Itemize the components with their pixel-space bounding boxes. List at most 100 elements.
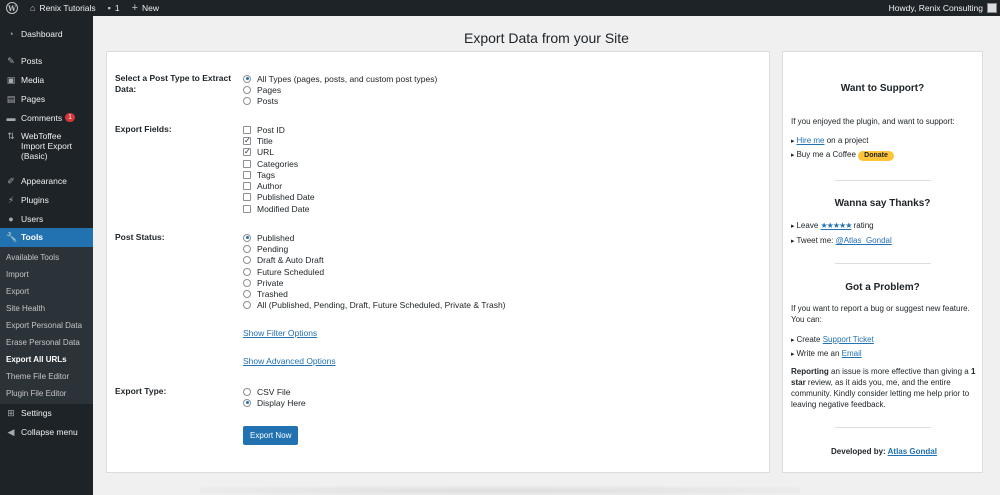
sidebar-item-appearance[interactable]: ✐ Appearance <box>0 172 93 191</box>
five-star-rating-link[interactable]: ★★★★★ <box>821 221 853 230</box>
status-option[interactable]: Trashed <box>243 288 506 299</box>
pin-icon: ✎ <box>7 56 15 66</box>
status-option[interactable]: Pending <box>243 243 506 254</box>
radio-button[interactable] <box>243 256 251 265</box>
post-type-option[interactable]: Posts <box>243 96 437 107</box>
option-label: Posts <box>257 96 279 107</box>
twitter-handle-link[interactable]: @Atlas_Gondal <box>836 236 892 245</box>
radio-button[interactable] <box>243 398 251 407</box>
settings-icon: ⊞ <box>7 408 15 418</box>
export-type-option[interactable]: Display Here <box>243 397 306 408</box>
field-checkbox-row[interactable]: ✓ Title <box>243 135 315 146</box>
radio-button[interactable] <box>243 290 251 299</box>
support-ticket-link[interactable]: Support Ticket <box>823 335 874 344</box>
radio-button[interactable] <box>243 97 251 106</box>
hire-me-text: on a project <box>824 136 869 145</box>
show-advanced-options-link[interactable]: Show Advanced Options <box>243 356 336 366</box>
checkbox[interactable] <box>243 170 251 179</box>
hire-me-link[interactable]: Hire me <box>796 136 824 145</box>
radio-button[interactable] <box>243 233 251 242</box>
status-option[interactable]: Published <box>243 232 506 243</box>
post-type-option[interactable]: Pages <box>243 84 437 95</box>
radio-button[interactable] <box>243 85 251 94</box>
coffee-item: Buy me a Coffee Donate <box>791 149 977 161</box>
status-option[interactable]: Draft & Auto Draft <box>243 255 506 266</box>
submit-wrap: Export Now <box>243 426 299 445</box>
checkbox[interactable] <box>243 159 251 168</box>
new-content-menu[interactable]: + New <box>126 0 165 16</box>
checkbox-checked[interactable]: ✓ <box>243 148 251 157</box>
checkbox-checked[interactable]: ✓ <box>243 136 251 145</box>
option-label: Categories <box>257 158 299 169</box>
radio-button[interactable] <box>243 301 251 310</box>
comments-count: 1 <box>114 3 120 13</box>
field-checkbox-row[interactable]: ✓ URL <box>243 147 315 158</box>
divider <box>835 427 931 428</box>
submenu-import[interactable]: Import <box>0 266 93 283</box>
comments-menu[interactable]: ▪ 1 <box>102 0 126 16</box>
sidebar-item-pages[interactable]: ▤ Pages <box>0 90 93 109</box>
import-export-icon: ⇅ <box>7 131 15 141</box>
submenu-theme-file-editor[interactable]: Theme File Editor <box>0 368 93 385</box>
my-account-menu[interactable]: Howdy, Renix Consulting <box>883 0 1000 16</box>
option-label: Title <box>257 135 273 146</box>
option-label: Modified Date <box>257 203 310 214</box>
sidebar-item-comments[interactable]: ▬ Comments 1 <box>0 109 93 127</box>
donate-button[interactable]: Donate <box>858 151 894 161</box>
checkbox[interactable] <box>243 204 251 213</box>
sidebar-item-settings[interactable]: ⊞ Settings <box>0 404 93 423</box>
status-option[interactable]: Future Scheduled <box>243 266 506 277</box>
export-type-option[interactable]: CSV File <box>243 386 306 397</box>
export-type-row: Export Type: CSV File Display Here <box>115 386 306 409</box>
sidebar-item-plugins[interactable]: ⚡ Plugins <box>0 191 93 210</box>
divider <box>835 180 931 181</box>
radio-button[interactable] <box>243 244 251 253</box>
sidebar-item-label: Comments <box>21 113 63 123</box>
sidebar-item-dashboard[interactable]: ◔ Dashboard <box>0 25 93 43</box>
submenu-export[interactable]: Export <box>0 283 93 300</box>
radio-button[interactable] <box>243 267 251 276</box>
radio-button[interactable] <box>243 278 251 287</box>
submenu-plugin-file-editor[interactable]: Plugin File Editor <box>0 385 93 402</box>
email-link[interactable]: Email <box>842 349 862 358</box>
sidebar-item-media[interactable]: ▣ Media <box>0 71 93 90</box>
submenu-erase-personal-data[interactable]: Erase Personal Data <box>0 334 93 351</box>
submenu-site-health[interactable]: Site Health <box>0 300 93 317</box>
submenu-export-personal-data[interactable]: Export Personal Data <box>0 317 93 334</box>
sidebar-item-users[interactable]: ● Users <box>0 210 93 228</box>
site-name-menu[interactable]: ⌂ Renix Tutorials <box>24 0 102 16</box>
status-option[interactable]: Private <box>243 277 506 288</box>
submenu-available-tools[interactable]: Available Tools <box>0 249 93 266</box>
checkbox[interactable] <box>243 193 251 202</box>
show-filter-options-link[interactable]: Show Filter Options <box>243 328 317 338</box>
tweet-item: Tweet me: @Atlas_Gondal <box>791 235 977 247</box>
export-now-button[interactable]: Export Now <box>243 426 299 445</box>
export-fields-label: Export Fields: <box>115 124 172 134</box>
field-checkbox-row[interactable]: Categories <box>243 158 315 169</box>
status-option[interactable]: All (Published, Pending, Draft, Future S… <box>243 300 506 311</box>
sidebar-item-tools[interactable]: 🔧 Tools <box>0 228 93 247</box>
sidebar-item-posts[interactable]: ✎ Posts <box>0 52 93 71</box>
field-checkbox-row[interactable]: Published Date <box>243 192 315 203</box>
support-sidebar: Want to Support? If you enjoyed the plug… <box>782 51 983 473</box>
checkbox[interactable] <box>243 182 251 191</box>
create-text: Create <box>796 335 823 344</box>
radio-button[interactable] <box>243 387 251 396</box>
field-checkbox-row[interactable]: Author <box>243 180 315 191</box>
howdy-text: Howdy, Renix Consulting <box>888 3 983 13</box>
reporting-rest: review, as it aids you, me, and the enti… <box>791 378 970 409</box>
radio-button[interactable] <box>243 74 251 83</box>
post-type-option[interactable]: All Types (pages, posts, and custom post… <box>243 73 437 84</box>
field-checkbox-row[interactable]: Post ID <box>243 124 315 135</box>
checkbox[interactable] <box>243 125 251 134</box>
sidebar-item-webtoffee[interactable]: ⇅ WebToffee Import Export (Basic) <box>0 127 93 165</box>
developer-link[interactable]: Atlas Gondal <box>888 447 937 456</box>
field-checkbox-row[interactable]: Modified Date <box>243 203 315 214</box>
sidebar-item-label: Tools <box>21 232 44 242</box>
submenu-export-all-urls[interactable]: Export All URLs <box>0 351 93 368</box>
wp-logo-menu[interactable]: W <box>0 0 24 16</box>
field-checkbox-row[interactable]: Tags <box>243 169 315 180</box>
write-text: Write me an <box>796 349 842 358</box>
collapse-menu-button[interactable]: ◀ Collapse menu <box>0 423 93 442</box>
option-label: Published <box>257 232 295 243</box>
